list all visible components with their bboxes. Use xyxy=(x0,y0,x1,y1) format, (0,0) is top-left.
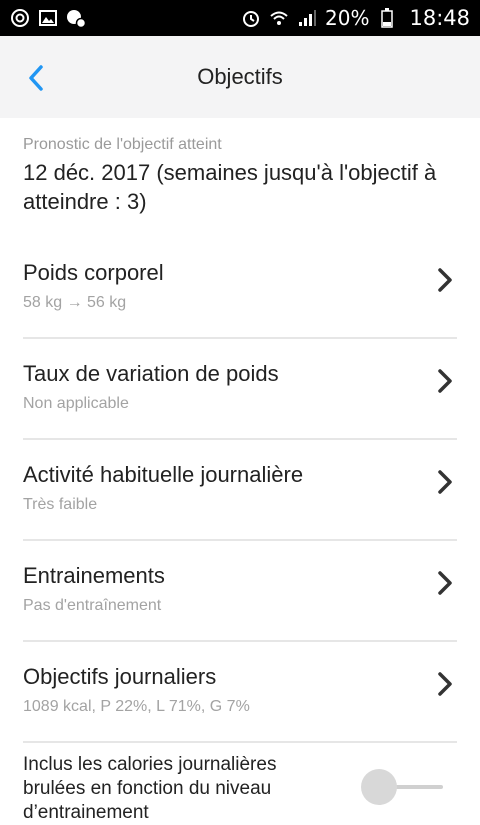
image-notification-icon xyxy=(38,8,58,28)
setting-title: Taux de variation de poids xyxy=(23,361,279,386)
setting-title: Poids corporel xyxy=(23,260,164,285)
page-title: Objectifs xyxy=(197,64,283,89)
setting-row-include-calories: Inclus les calories journalières brulées… xyxy=(23,743,457,825)
settings-content: Pronostic de l'objectif atteint 12 déc. … xyxy=(0,118,480,825)
chevron-right-icon xyxy=(438,672,452,696)
clock-time: 18:48 xyxy=(409,6,470,30)
signal-icon xyxy=(297,8,317,28)
chevron-right-icon xyxy=(438,571,452,595)
forecast-label: Pronostic de l'objectif atteint xyxy=(23,136,222,153)
setting-title: Entrainements xyxy=(23,563,165,588)
status-bar: 20% 18:48 xyxy=(0,0,480,36)
setting-row-body-weight[interactable]: Poids corporel 58 kg → 56 kg xyxy=(23,238,457,339)
chevron-left-icon xyxy=(29,65,43,91)
cloud-sync-icon xyxy=(66,8,86,28)
setting-row-workouts[interactable]: Entrainements Pas d'entraînement xyxy=(23,541,457,642)
forecast-value: 12 déc. 2017 (semaines jusqu'à l'objecti… xyxy=(23,160,437,214)
battery-percentage: 20% xyxy=(325,6,370,30)
battery-icon xyxy=(377,8,397,28)
toggle-label: Inclus les calories journalières brulées… xyxy=(23,754,277,823)
setting-title: Objectifs journaliers xyxy=(23,664,217,689)
setting-value: Très faible xyxy=(23,496,98,513)
back-button[interactable] xyxy=(18,60,54,96)
setting-value: 58 kg → 56 kg xyxy=(23,294,127,311)
app-header: Objectifs xyxy=(0,36,480,118)
chevron-right-icon xyxy=(438,470,452,494)
chevron-right-icon xyxy=(438,369,452,393)
wifi-icon xyxy=(269,8,289,28)
setting-value: 1089 kcal, P 22%, L 71%, G 7% xyxy=(23,698,250,715)
setting-value: Non applicable xyxy=(23,395,129,412)
chevron-right-icon xyxy=(438,268,452,292)
setting-row-daily-activity[interactable]: Activité habituelle journalière Très fai… xyxy=(23,440,457,541)
setting-title: Activité habituelle journalière xyxy=(23,462,304,487)
goal-forecast: Pronostic de l'objectif atteint 12 déc. … xyxy=(23,118,457,238)
setting-row-daily-goals[interactable]: Objectifs journaliers 1089 kcal, P 22%, … xyxy=(23,642,457,743)
alarm-icon xyxy=(241,8,261,28)
power-icon xyxy=(10,8,30,28)
setting-row-weight-change-rate[interactable]: Taux de variation de poids Non applicabl… xyxy=(23,339,457,440)
setting-value: Pas d'entraînement xyxy=(23,597,162,614)
